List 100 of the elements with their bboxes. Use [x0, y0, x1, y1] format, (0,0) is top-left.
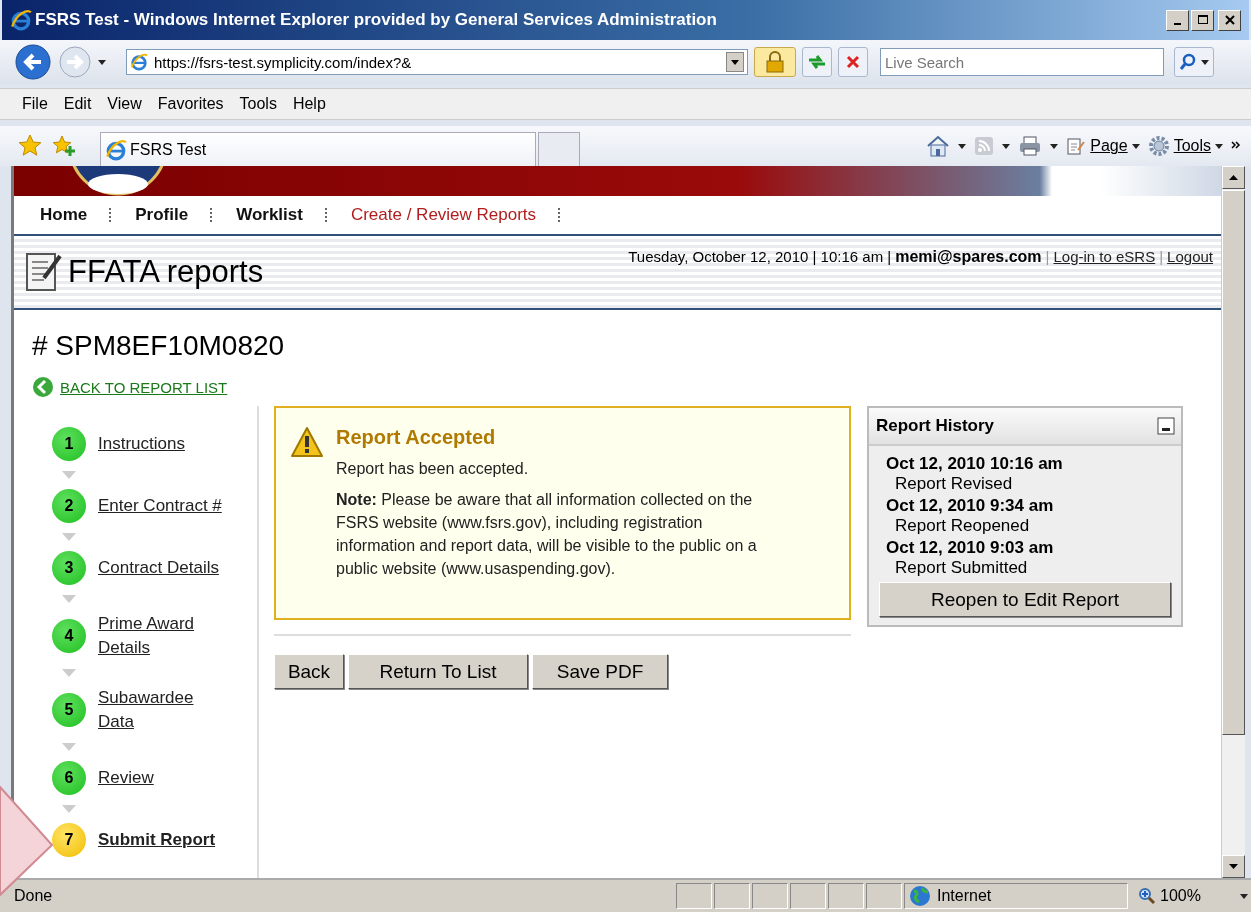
menu-item[interactable]: Edit: [55, 95, 100, 113]
caret-icon[interactable]: [1002, 143, 1011, 149]
step-link[interactable]: Prime Award Details: [98, 612, 228, 660]
alert-note: Note: Please be aware that all information collected on the FSRS website (www.fsrs.gov), including registration information and report data, will be visible to the public on a public website (www.usaspending.gov).: [336, 490, 758, 579]
nav-link[interactable]: Create / Review Reports: [340, 208, 561, 222]
search-field[interactable]: Live Search: [880, 48, 1164, 76]
menu-item[interactable]: View: [99, 95, 150, 113]
toolbar-menu-button[interactable]: Page: [1066, 136, 1140, 156]
caret-icon[interactable]: [1215, 143, 1223, 149]
menu-item[interactable]: File: [14, 95, 56, 113]
minimize-button[interactable]: [1166, 9, 1189, 31]
caret-icon[interactable]: [958, 143, 967, 149]
action-button[interactable]: Return To List: [348, 654, 528, 689]
back-circle-icon[interactable]: [32, 376, 54, 398]
menu-item[interactable]: Tools: [231, 95, 285, 113]
maximize-button[interactable]: [1191, 9, 1214, 31]
history-date: Oct 12, 2010 9:34 am: [885, 496, 1055, 516]
status-pane: [866, 883, 902, 909]
add-favorite-icon[interactable]: [52, 134, 76, 158]
padlock-icon: [765, 51, 785, 73]
menu-item[interactable]: Help: [284, 95, 334, 113]
step-link[interactable]: Subawardee Data: [98, 686, 228, 734]
maximize-icon: [1197, 15, 1208, 25]
up-arrow-icon: [1229, 175, 1238, 180]
address-field[interactable]: https://fsrs-test.symplicity.com/index?&: [126, 49, 748, 75]
caret-icon[interactable]: [98, 59, 106, 65]
reopen-button[interactable]: Reopen to Edit Report: [879, 582, 1171, 617]
page-title: FFATA reports: [68, 254, 264, 290]
search-button[interactable]: [1174, 47, 1214, 77]
status-pane: [676, 883, 712, 909]
alert-title: Report Accepted: [336, 426, 497, 449]
search-icon: [1179, 53, 1197, 71]
nav-link[interactable]: Profile: [125, 208, 213, 222]
caret-icon[interactable]: [1201, 59, 1209, 65]
status-text: Done: [14, 887, 54, 905]
gear-icon: [1147, 135, 1170, 157]
caret-icon[interactable]: [1050, 143, 1059, 149]
back-button[interactable]: [14, 43, 52, 81]
favorites-star-icon[interactable]: [18, 134, 42, 158]
close-button[interactable]: [1218, 9, 1241, 31]
scrollbar-thumb[interactable]: [1222, 190, 1245, 735]
stop-button[interactable]: [838, 47, 868, 77]
refresh-icon: [807, 53, 827, 71]
refresh-button[interactable]: [802, 47, 832, 77]
panel-title: Report History: [876, 416, 995, 436]
minimize-icon[interactable]: [1157, 417, 1175, 435]
toolbar-menu-button[interactable]: Tools: [1147, 135, 1223, 157]
printer-icon[interactable]: [1018, 135, 1043, 157]
down-arrow-icon: [62, 805, 76, 813]
history-event: Report Revised: [894, 474, 1014, 494]
action-button[interactable]: Save PDF: [532, 654, 668, 689]
browser-logo-icon: [10, 9, 32, 31]
status-pane: [714, 883, 750, 909]
scroll-down-button[interactable]: [1222, 855, 1245, 878]
minimize-icon: [1174, 23, 1181, 25]
scroll-up-button[interactable]: [1222, 166, 1245, 189]
home-icon[interactable]: [926, 135, 951, 157]
header-link[interactable]: Log-in to eSRS: [1053, 248, 1156, 265]
zone-text: Internet: [937, 887, 992, 905]
step-number: 3: [52, 551, 86, 585]
down-arrow-icon: [1229, 864, 1238, 869]
padlock-button[interactable]: [754, 47, 796, 77]
warning-icon: [290, 426, 324, 458]
notepad-icon: [24, 250, 64, 294]
status-pane: [752, 883, 788, 909]
caret-icon[interactable]: [1131, 143, 1140, 149]
alert-message: Report has been accepted.: [336, 459, 530, 479]
nav-link[interactable]: Home: [30, 208, 112, 222]
history-date: Oct 12, 2010 9:03 am: [885, 538, 1055, 558]
step-link[interactable]: Enter Contract #: [98, 494, 228, 518]
step-link[interactable]: Contract Details: [98, 556, 228, 580]
magnifier-icon: [1138, 887, 1156, 905]
zoom-control[interactable]: 100%: [1130, 887, 1248, 905]
user-email: memi@spares.com: [895, 248, 1042, 266]
caret-icon: [731, 59, 739, 65]
window-title: FSRS Test - Windows Internet Explorer provided by General Services Administration: [35, 10, 717, 30]
report-number: # SPM8EF10M0820: [32, 330, 286, 362]
nav-link[interactable]: Worklist: [226, 208, 327, 222]
globe-icon: [909, 885, 931, 907]
history-event: Report Reopened: [894, 516, 1031, 536]
back-link[interactable]: BACK TO REPORT LIST: [60, 378, 228, 396]
action-button[interactable]: Back: [274, 654, 344, 689]
status-pane: [828, 883, 864, 909]
chevron-icon[interactable]: [1231, 141, 1241, 151]
browser-tab[interactable]: FSRS Test: [100, 132, 536, 166]
date-time-text: Tuesday, October 12, 2010 | 10:16 am |: [628, 248, 892, 265]
stop-icon: [846, 55, 860, 69]
down-arrow-icon: [62, 471, 76, 479]
step-link[interactable]: Review: [98, 766, 228, 790]
caret-icon[interactable]: [1240, 893, 1248, 899]
step-number: 2: [52, 489, 86, 523]
menu-item[interactable]: Favorites: [149, 95, 232, 113]
step-link[interactable]: Instructions: [98, 432, 228, 456]
history-date: Oct 12, 2010 10:16 am: [885, 454, 1064, 474]
down-arrow-icon: [62, 743, 76, 751]
dropdown-button[interactable]: [726, 52, 744, 72]
header-link[interactable]: Logout: [1167, 248, 1213, 265]
close-icon: [1224, 15, 1235, 25]
step-number: 7: [52, 823, 86, 857]
step-link[interactable]: Submit Report: [98, 828, 228, 852]
